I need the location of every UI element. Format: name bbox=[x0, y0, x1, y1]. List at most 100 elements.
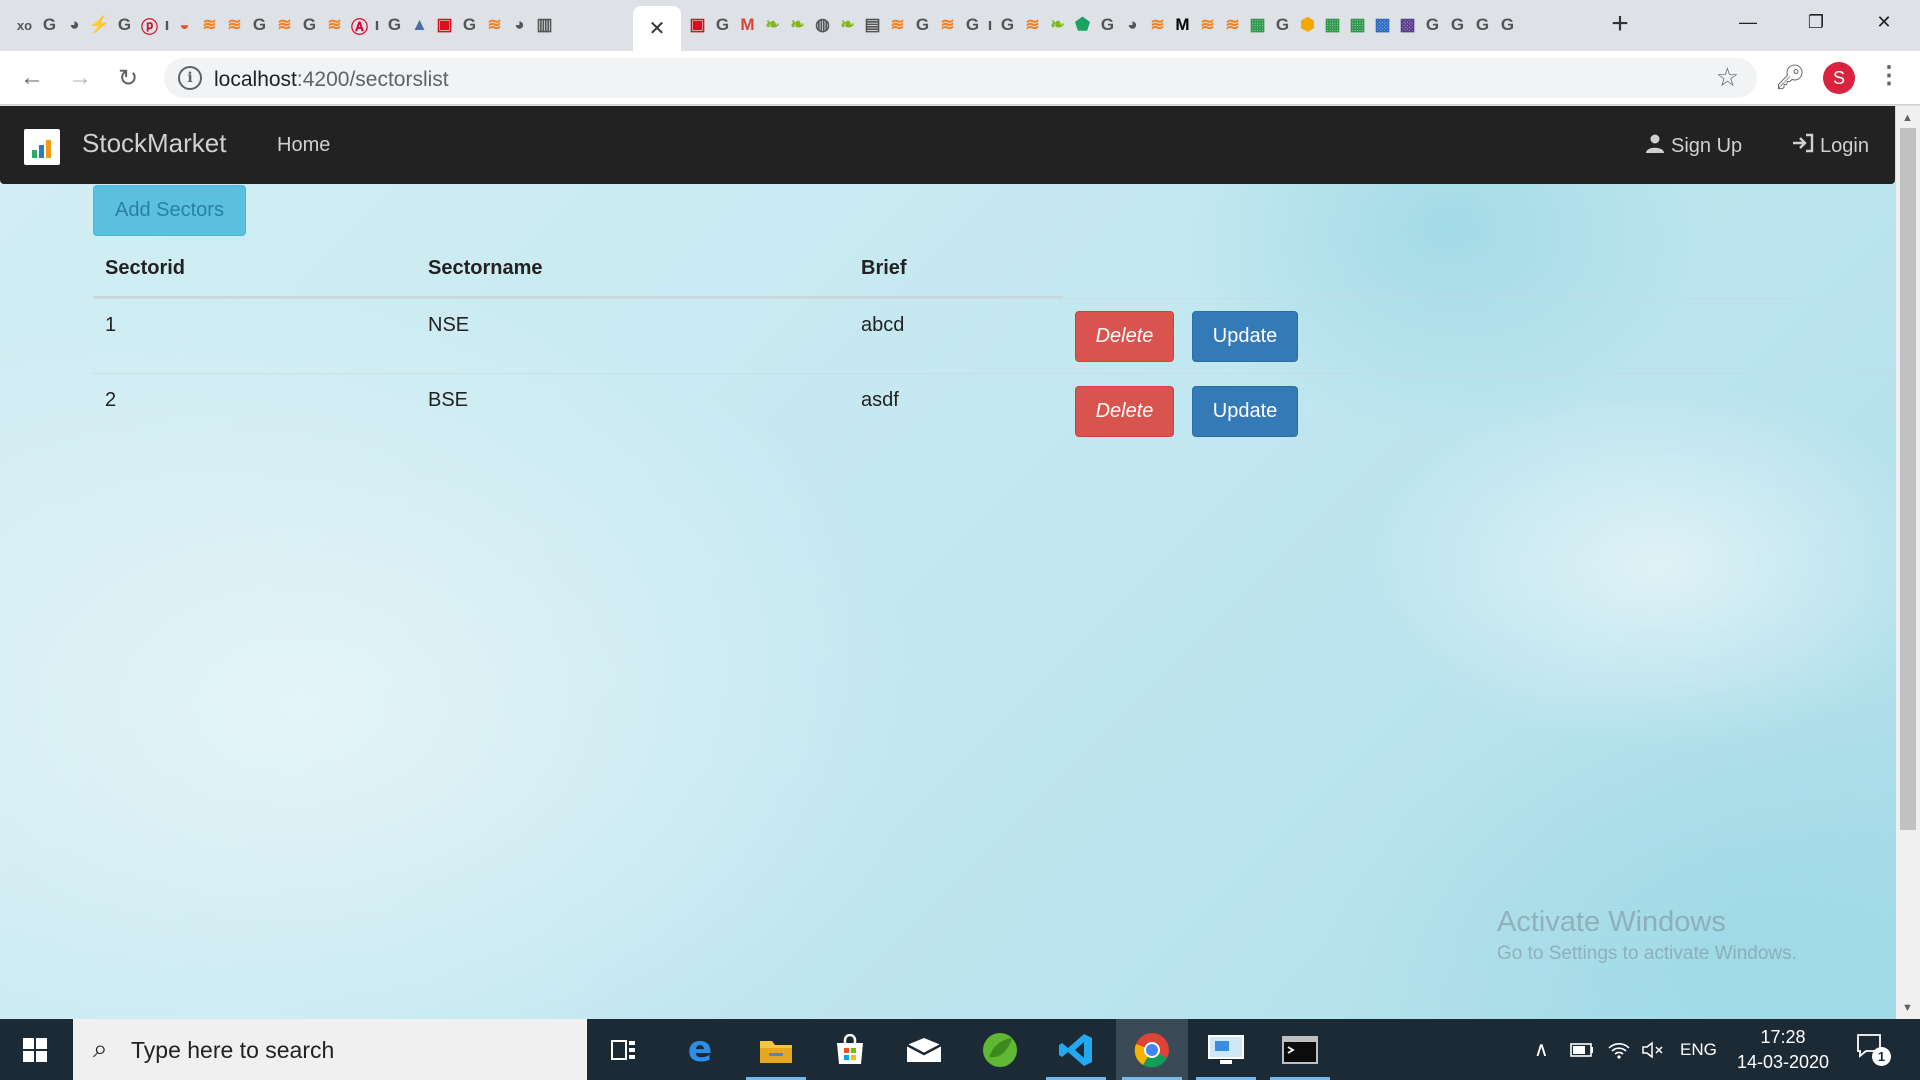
taskbar-search-box[interactable]: ⌕ Type here to search bbox=[73, 1019, 587, 1080]
scrollbar-thumb[interactable] bbox=[1900, 128, 1916, 830]
language-indicator[interactable]: ENG bbox=[1680, 1019, 1717, 1080]
tab-favicon-leaf[interactable]: ❧ bbox=[1045, 10, 1070, 40]
tab-favicon-medium[interactable]: M bbox=[1170, 10, 1195, 40]
address-bar[interactable]: i localhost:4200/sectorslist ☆ bbox=[164, 58, 1757, 98]
tab-favicon-arrow[interactable]: ▲ bbox=[407, 10, 432, 40]
tab-favicon-blue-square[interactable]: ▩ bbox=[1370, 10, 1395, 40]
tab-favicon-stackoverflow[interactable]: ≋ bbox=[1145, 10, 1170, 40]
tab-favicon-stackoverflow[interactable]: ≋ bbox=[272, 10, 297, 40]
site-info-icon[interactable]: i bbox=[178, 66, 202, 90]
url-text[interactable]: localhost:4200/sectorslist bbox=[214, 68, 449, 92]
volume-muted-icon[interactable] bbox=[1641, 1019, 1665, 1080]
tab-favicon-google[interactable]: G bbox=[1270, 10, 1295, 40]
tab-favicon-stackoverflow[interactable]: ≋ bbox=[1195, 10, 1220, 40]
tab-favicon-angular[interactable]: Ⓐ bbox=[347, 10, 372, 40]
new-tab-button[interactable]: + bbox=[1604, 7, 1636, 40]
tab-favicon-leaf[interactable]: ❧ bbox=[760, 10, 785, 40]
vertical-scrollbar[interactable]: ▲ ▼ bbox=[1896, 106, 1920, 1019]
tab-favicon-sheet[interactable]: ▦ bbox=[1345, 10, 1370, 40]
delete-button[interactable]: Delete bbox=[1075, 386, 1174, 437]
action-center-icon[interactable]: 1 bbox=[1856, 1033, 1891, 1066]
tab-favicon-sheet[interactable]: ▦ bbox=[1245, 10, 1270, 40]
brand-logo-icon[interactable] bbox=[24, 129, 60, 165]
tab-favicon-stackoverflow[interactable]: ≋ bbox=[1020, 10, 1045, 40]
update-button[interactable]: Update bbox=[1192, 386, 1298, 437]
forward-button[interactable]: → bbox=[63, 61, 97, 95]
close-tab-icon[interactable]: ✕ bbox=[649, 16, 666, 41]
tab-favicon-barcode[interactable]: ▥ bbox=[532, 10, 557, 40]
scroll-down-arrow-icon[interactable]: ▼ bbox=[1902, 1002, 1913, 1014]
tab-favicon-google[interactable]: G bbox=[960, 10, 985, 40]
remote-desktop-icon[interactable] bbox=[1190, 1019, 1262, 1080]
tab-favicon-leaf[interactable]: ❧ bbox=[835, 10, 860, 40]
tab-favicon-stackoverflow[interactable]: ≋ bbox=[1220, 10, 1245, 40]
edge-browser-icon[interactable]: e bbox=[664, 1019, 736, 1080]
update-button[interactable]: Update bbox=[1192, 311, 1298, 362]
restore-button[interactable]: ❐ bbox=[1782, 0, 1850, 44]
tab-favicon-red-frame[interactable]: ▣ bbox=[432, 10, 457, 40]
tab-favicon-shield[interactable]: ⬟ bbox=[1070, 10, 1095, 40]
bookmark-star-icon[interactable]: ☆ bbox=[1716, 62, 1739, 93]
tab-favicon-google[interactable]: G bbox=[457, 10, 482, 40]
tab-favicon-google[interactable]: G bbox=[910, 10, 935, 40]
nav-signup-link[interactable]: Sign Up bbox=[1645, 133, 1742, 159]
file-explorer-icon[interactable] bbox=[740, 1019, 812, 1080]
tab-favicon-github[interactable]: ◕ bbox=[507, 10, 532, 40]
command-prompt-icon[interactable] bbox=[1264, 1019, 1336, 1080]
task-view-icon[interactable] bbox=[588, 1019, 660, 1080]
tab-favicon-github[interactable]: ◕ bbox=[62, 10, 87, 40]
tab-favicon-sheet[interactable]: ▦ bbox=[1320, 10, 1345, 40]
tab-favicon-hexagon[interactable]: ⬢ bbox=[1295, 10, 1320, 40]
tab-favicon-google[interactable]: G bbox=[382, 10, 407, 40]
profile-avatar[interactable]: S bbox=[1823, 62, 1855, 94]
scroll-up-arrow-icon[interactable]: ▲ bbox=[1902, 112, 1913, 124]
minimize-button[interactable]: — bbox=[1714, 0, 1782, 44]
tab-favicon-google[interactable]: G bbox=[112, 10, 137, 40]
key-icon[interactable]: 🔑︎ bbox=[1775, 63, 1805, 92]
tab-favicon-xo[interactable]: xo bbox=[12, 10, 37, 40]
tab-favicon-chart[interactable]: ◒ bbox=[172, 10, 197, 40]
menu-kebab-icon[interactable]: ⋮ bbox=[1877, 61, 1901, 90]
brand-name[interactable]: StockMarket bbox=[82, 128, 227, 159]
tab-favicon-red-frame[interactable]: ▣ bbox=[685, 10, 710, 40]
tab-favicon-book[interactable]: ▤ bbox=[860, 10, 885, 40]
chrome-icon[interactable] bbox=[1116, 1019, 1188, 1080]
tab-favicon-google[interactable]: G bbox=[297, 10, 322, 40]
tab-favicon-stackoverflow[interactable]: ≋ bbox=[482, 10, 507, 40]
back-button[interactable]: ← bbox=[15, 61, 49, 95]
tab-favicon-stackoverflow[interactable]: ≋ bbox=[322, 10, 347, 40]
system-clock[interactable]: 17:28 14-03-2020 bbox=[1728, 1025, 1838, 1075]
reload-button[interactable]: ↻ bbox=[111, 61, 145, 95]
tab-favicon-bolt[interactable]: ⚡ bbox=[87, 10, 112, 40]
tray-chevron-up-icon[interactable]: ∧ bbox=[1534, 1019, 1549, 1080]
close-window-button[interactable]: ✕ bbox=[1850, 0, 1918, 44]
battery-icon[interactable] bbox=[1570, 1019, 1594, 1080]
tab-favicon-stackoverflow[interactable]: ≋ bbox=[935, 10, 960, 40]
mail-icon[interactable] bbox=[888, 1019, 960, 1080]
tab-favicon-google[interactable]: G bbox=[1470, 10, 1495, 40]
tab-favicon-globe[interactable]: ◍ bbox=[810, 10, 835, 40]
vscode-icon[interactable] bbox=[1040, 1019, 1112, 1080]
tab-favicon-github[interactable]: ◕ bbox=[1120, 10, 1145, 40]
add-sectors-button[interactable]: Add Sectors bbox=[93, 185, 246, 236]
tab-favicon-stackoverflow[interactable]: ≋ bbox=[197, 10, 222, 40]
tab-favicon-google[interactable]: G bbox=[1095, 10, 1120, 40]
tab-favicon-google[interactable]: G bbox=[995, 10, 1020, 40]
tab-favicon-google[interactable]: G bbox=[247, 10, 272, 40]
tab-favicon-google[interactable]: G bbox=[1495, 10, 1520, 40]
tab-favicon-google[interactable]: G bbox=[1445, 10, 1470, 40]
microsoft-store-icon[interactable] bbox=[814, 1019, 886, 1080]
nav-home-link[interactable]: Home bbox=[277, 134, 330, 157]
tab-favicon-stackoverflow[interactable]: ≋ bbox=[222, 10, 247, 40]
start-button[interactable] bbox=[0, 1019, 70, 1080]
active-tab[interactable]: ✕ bbox=[633, 6, 681, 51]
tab-favicon-purple-square[interactable]: ▩ bbox=[1395, 10, 1420, 40]
tab-favicon-google[interactable]: G bbox=[710, 10, 735, 40]
spring-tool-suite-icon[interactable] bbox=[964, 1019, 1036, 1080]
tab-favicon-pinterest[interactable]: ⓟ bbox=[137, 10, 162, 40]
nav-login-link[interactable]: Login bbox=[1792, 133, 1869, 159]
tab-favicon-google[interactable]: G bbox=[37, 10, 62, 40]
tab-favicon-leaf[interactable]: ❧ bbox=[785, 10, 810, 40]
tab-favicon-gmail[interactable]: M bbox=[735, 10, 760, 40]
wifi-icon[interactable] bbox=[1607, 1019, 1631, 1080]
